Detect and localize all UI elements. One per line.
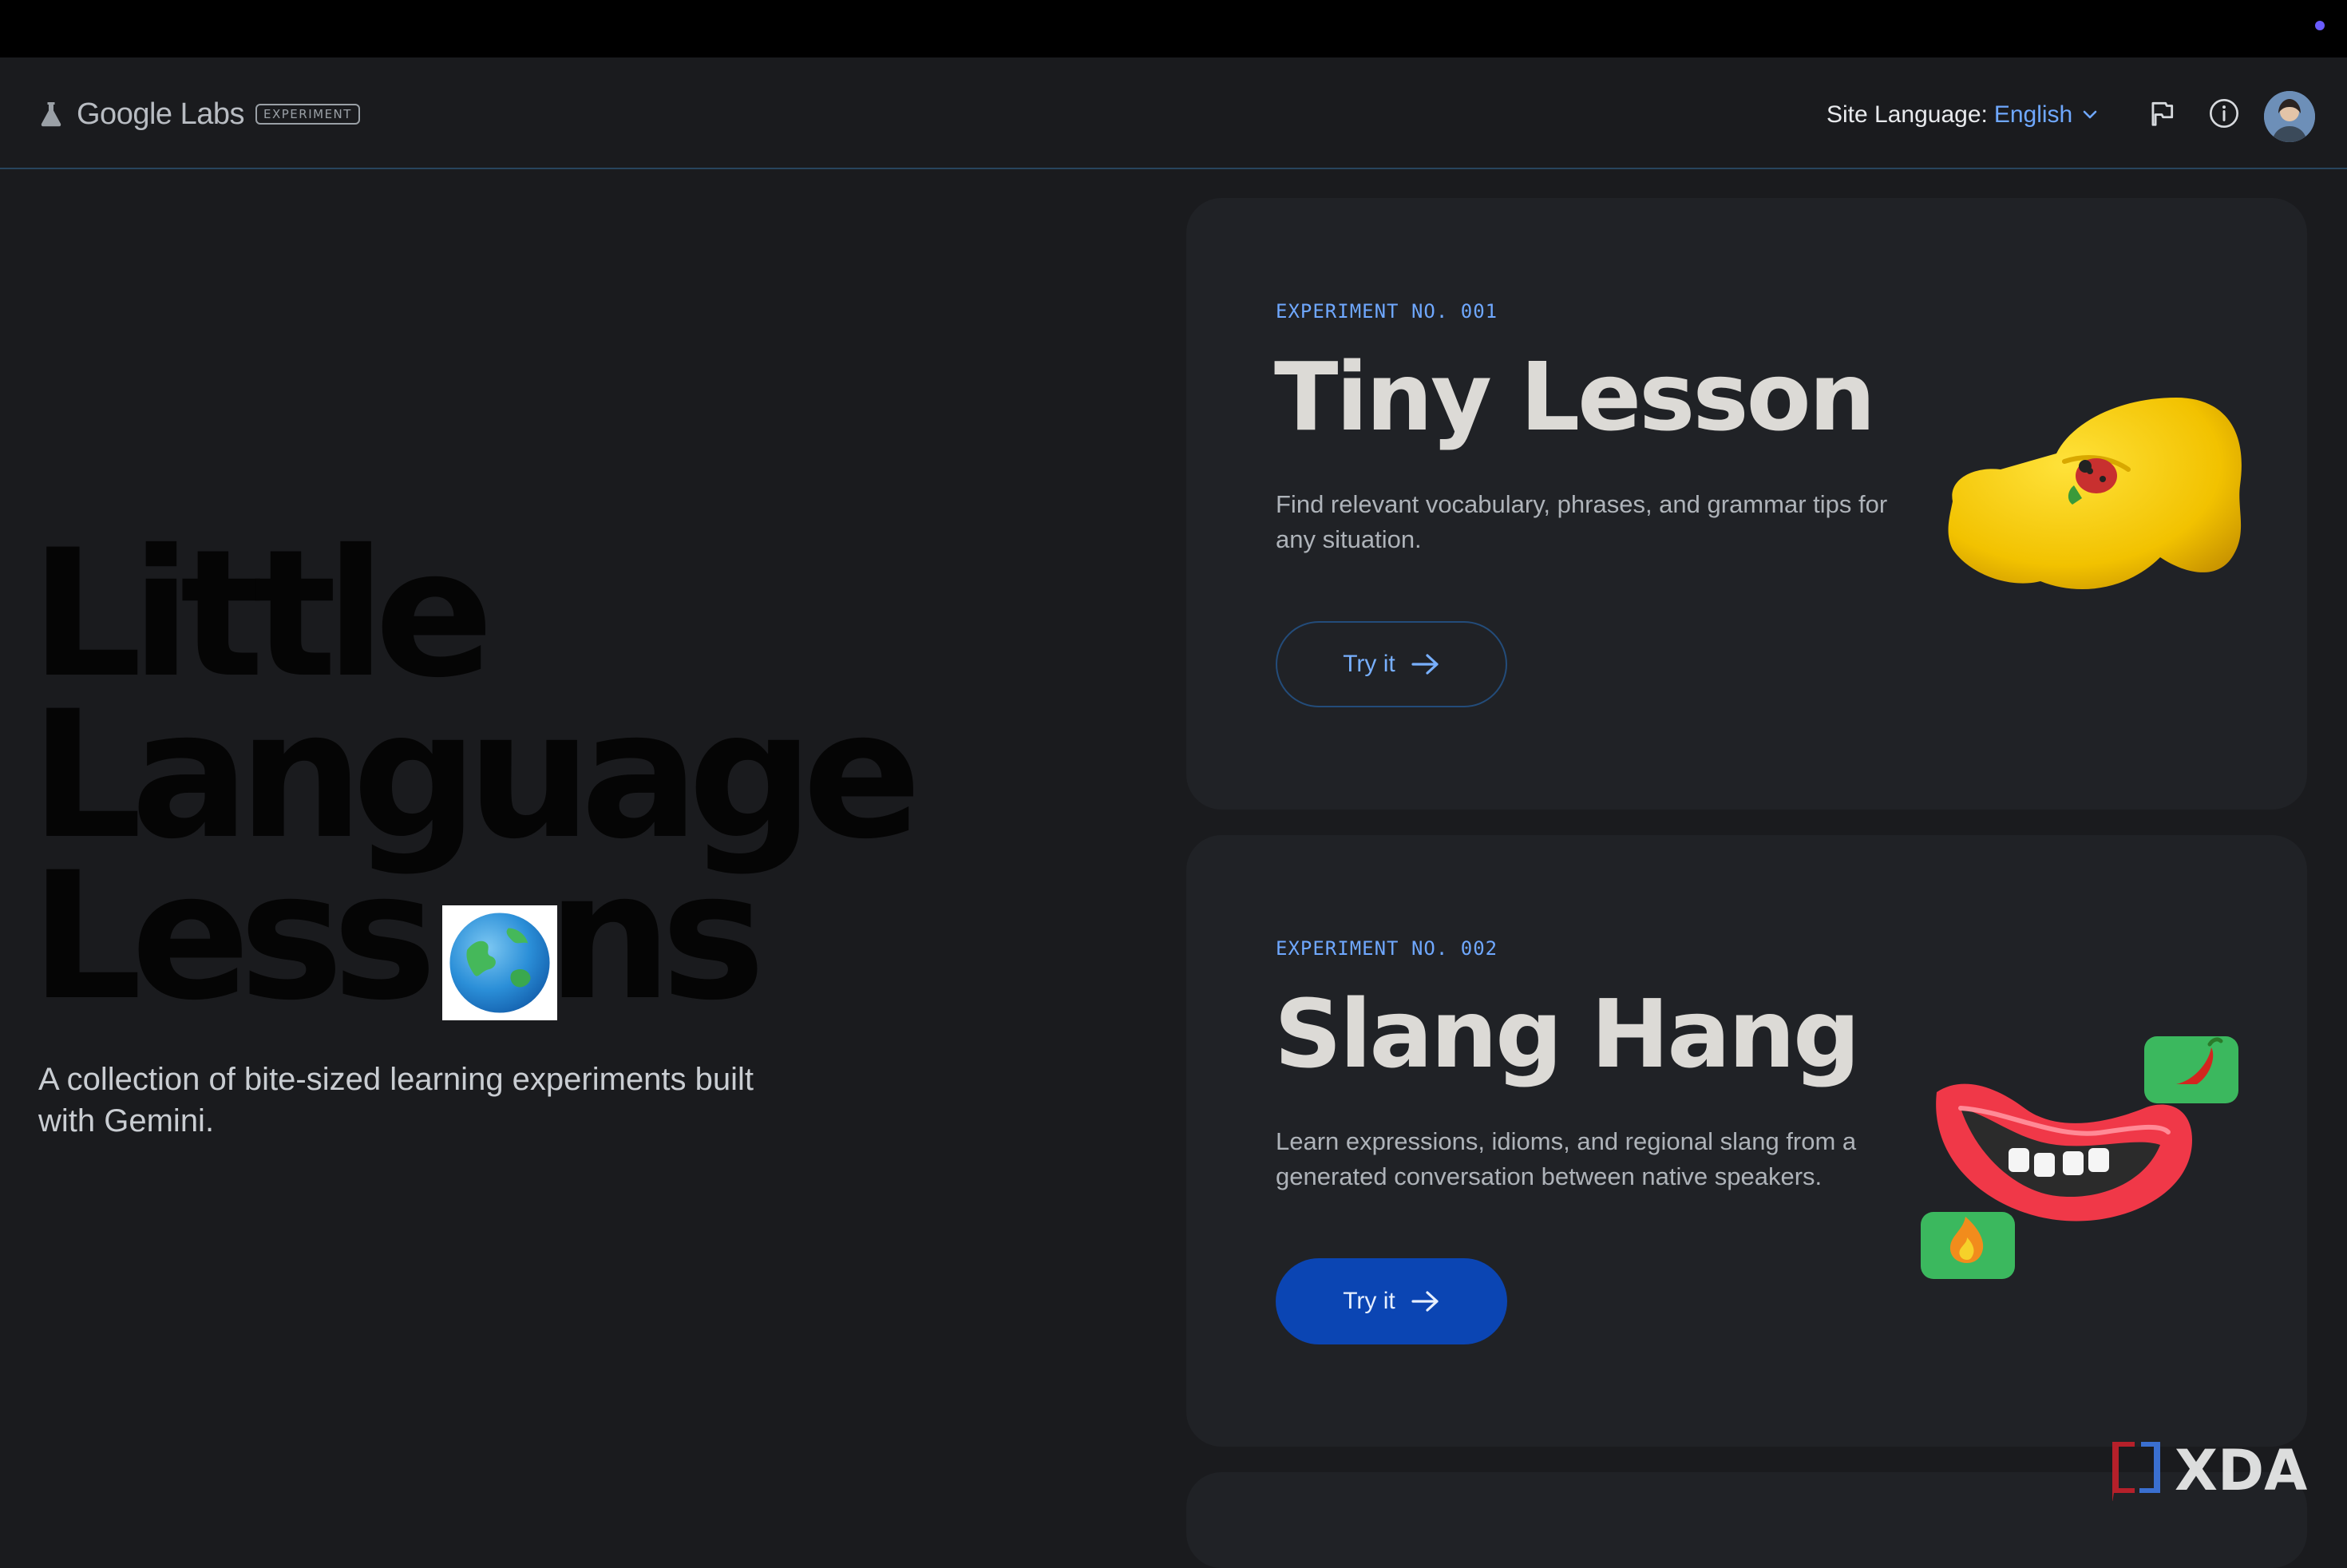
try-it-label: Try it [1343,1288,1395,1314]
experiment-badge: EXPERIMENT [255,104,360,125]
clay-hand-illustration [1948,398,2242,589]
card-description: Find relevant vocabulary, phrases, and g… [1276,490,1888,553]
arrow-right-icon [1411,1291,1439,1312]
hero-title-line-3-end: ns [547,834,766,1039]
avatar[interactable] [2264,91,2315,142]
experiment-card-slang-hang: EXPERIMENT NO. 002 Slang Hang Learn expr… [1186,835,2307,1447]
hero-title-line-3-start: Less [30,834,437,1039]
google-labs-logo[interactable]: Google Labs EXPERIMENT [37,94,360,134]
site-header: Google Labs EXPERIMENT Site Language: En… [0,57,2347,169]
site-language-value: English [1993,101,2073,128]
xda-watermark: XDA [2112,1438,2307,1501]
globe-icon [449,913,550,1013]
card-description: Learn expressions, idioms, and regional … [1276,1127,1857,1190]
globe-image [442,905,557,1020]
try-it-label: Try it [1343,651,1395,677]
clay-lips-illustration [1921,1036,2238,1279]
try-it-button[interactable]: Try it [1276,1258,1507,1344]
avatar-image [2264,91,2315,142]
card-title: Tiny Lesson [1274,342,1876,452]
xda-watermark-text: XDA [2175,1438,2307,1501]
hero-title-line-2: Language [30,673,922,877]
card-title: Slang Hang [1274,979,1860,1089]
flask-icon [41,102,61,127]
experiment-number: EXPERIMENT NO. 002 [1276,937,1498,960]
arrow-right-icon [1411,654,1439,675]
hero-title-line-1: Little [30,512,494,716]
info-button[interactable] [2206,96,2242,131]
site-language-selector[interactable]: Site Language: English [1827,97,2100,133]
top-black-bar [0,0,2347,57]
logo-text: Google Labs [77,97,245,131]
try-it-button[interactable]: Try it [1276,621,1507,707]
info-icon [2210,99,2238,128]
report-flag-button[interactable] [2144,96,2179,131]
hero-subtitle: A collection of bite-sized learning expe… [38,1062,754,1138]
experiment-card-tiny-lesson: EXPERIMENT NO. 001 Tiny Lesson Find rele… [1186,198,2307,810]
experiment-number: EXPERIMENT NO. 001 [1276,300,1498,323]
site-language-label: Site Language: [1827,101,1988,128]
status-dot [2315,21,2325,30]
chevron-down-icon [2083,110,2097,119]
flag-icon [2151,101,2174,126]
